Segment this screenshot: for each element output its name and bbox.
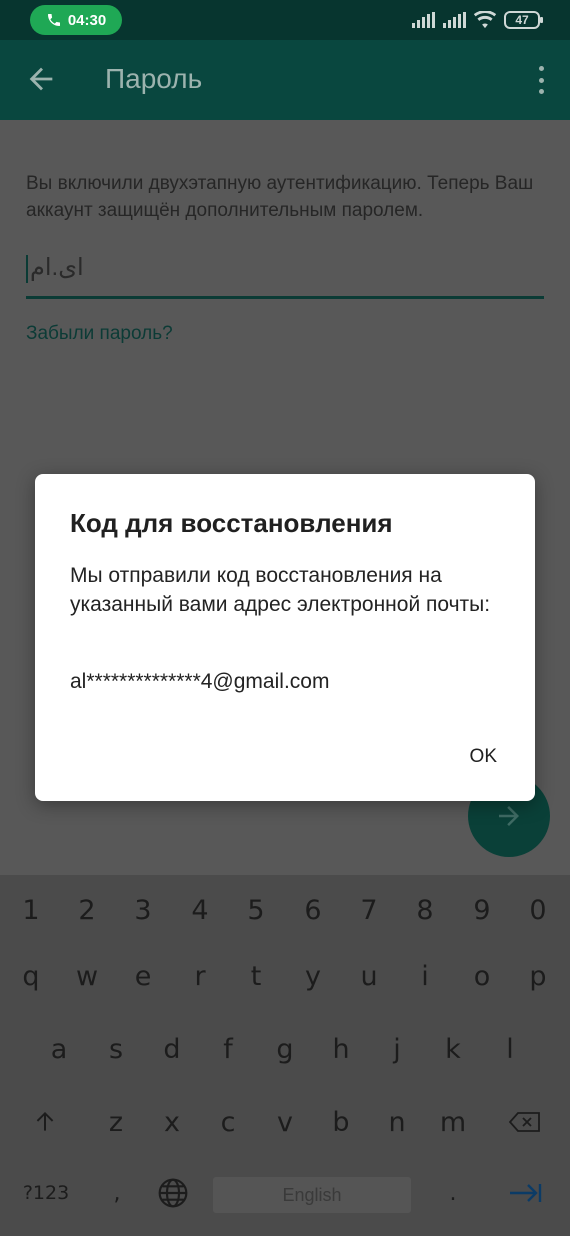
key-4[interactable]: 4 <box>172 875 228 945</box>
app-bar: Пароль <box>0 40 570 120</box>
space-key[interactable]: English <box>213 1177 411 1213</box>
forgot-password-link[interactable]: Забыли пароль? <box>26 323 173 345</box>
keyboard: 1 2 3 4 5 6 7 8 9 0 q w e r t y u i o p … <box>0 875 570 1236</box>
key-s[interactable]: s <box>88 1014 144 1084</box>
arrow-right-icon <box>499 806 519 826</box>
key-f[interactable]: f <box>200 1014 256 1084</box>
password-input[interactable]: ای.ام <box>26 247 544 299</box>
keyboard-digit-row: 1 2 3 4 5 6 7 8 9 0 <box>0 875 570 945</box>
key-u[interactable]: u <box>341 941 397 1011</box>
keyboard-row-2: a s d f g h j k l <box>0 1014 570 1084</box>
backspace-icon <box>508 1112 540 1132</box>
key-v[interactable]: v <box>257 1087 313 1157</box>
key-m[interactable]: m <box>425 1087 481 1157</box>
globe-icon <box>158 1178 188 1208</box>
key-1[interactable]: 1 <box>3 875 59 945</box>
key-i[interactable]: i <box>397 941 453 1011</box>
wifi-icon <box>474 11 496 29</box>
dialog-title: Код для восстановления <box>70 508 393 538</box>
enter-icon <box>510 1184 542 1202</box>
status-bar: 04:30 47 <box>0 0 570 40</box>
key-t[interactable]: t <box>228 941 284 1011</box>
key-g[interactable]: g <box>257 1014 313 1084</box>
key-d[interactable]: d <box>144 1014 200 1084</box>
keyboard-row-3: z x c v b n m <box>0 1087 570 1157</box>
key-l[interactable]: l <box>482 1014 538 1084</box>
key-x[interactable]: x <box>144 1087 200 1157</box>
key-q[interactable]: q <box>3 941 59 1011</box>
symbols-key[interactable]: ?123 <box>8 1160 84 1226</box>
key-5[interactable]: 5 <box>228 875 284 945</box>
key-3[interactable]: 3 <box>115 875 171 945</box>
phone-icon <box>47 14 60 26</box>
ok-button[interactable]: OK <box>462 742 505 772</box>
key-n[interactable]: n <box>369 1087 425 1157</box>
key-p[interactable]: p <box>510 941 566 1011</box>
key-a[interactable]: a <box>31 1014 87 1084</box>
shift-key[interactable] <box>12 1087 78 1157</box>
key-6[interactable]: 6 <box>285 875 341 945</box>
key-0[interactable]: 0 <box>510 875 566 945</box>
back-arrow-icon[interactable] <box>24 62 58 96</box>
key-7[interactable]: 7 <box>341 875 397 945</box>
battery-icon: 47 <box>504 11 543 29</box>
key-8[interactable]: 8 <box>397 875 453 945</box>
key-r[interactable]: r <box>172 941 228 1011</box>
battery-level: 47 <box>515 13 529 27</box>
signal-icon <box>412 12 435 28</box>
key-h[interactable]: h <box>313 1014 369 1084</box>
ongoing-call-pill[interactable]: 04:30 <box>30 5 122 35</box>
status-icons: 47 <box>412 10 543 30</box>
dialog-message: Мы отправили код восстановления на указа… <box>70 564 491 616</box>
key-2[interactable]: 2 <box>59 875 115 945</box>
key-b[interactable]: b <box>313 1087 369 1157</box>
key-z[interactable]: z <box>88 1087 144 1157</box>
text-caret <box>26 255 28 283</box>
keyboard-row-1: q w e r t y u i o p <box>0 941 570 1011</box>
shift-icon <box>36 1111 54 1131</box>
key-e[interactable]: e <box>115 941 171 1011</box>
signal-icon <box>443 12 466 28</box>
enter-key[interactable] <box>495 1160 555 1226</box>
page-title: Пароль <box>105 63 203 94</box>
recovery-code-dialog: Код для восстановления Мы отправили код … <box>35 474 535 801</box>
key-j[interactable]: j <box>369 1014 425 1084</box>
key-o[interactable]: o <box>454 941 510 1011</box>
password-value: ای.ام <box>30 254 84 281</box>
key-y[interactable]: y <box>285 941 341 1011</box>
key-k[interactable]: k <box>425 1014 481 1084</box>
dialog-email: al**************4@gmail.com <box>70 670 330 693</box>
key-w[interactable]: w <box>59 941 115 1011</box>
key-9[interactable]: 9 <box>454 875 510 945</box>
language-key[interactable] <box>145 1160 201 1226</box>
call-time: 04:30 <box>67 11 107 29</box>
comma-key[interactable]: , <box>92 1160 142 1226</box>
key-c[interactable]: c <box>200 1087 256 1157</box>
period-key[interactable]: . <box>428 1160 478 1226</box>
keyboard-bottom-row: ?123 , English . <box>0 1160 570 1226</box>
two-step-description: Вы включили двухэтапную аутентификацию. … <box>26 173 534 221</box>
backspace-key[interactable] <box>492 1087 558 1157</box>
more-vert-icon[interactable] <box>536 66 546 94</box>
